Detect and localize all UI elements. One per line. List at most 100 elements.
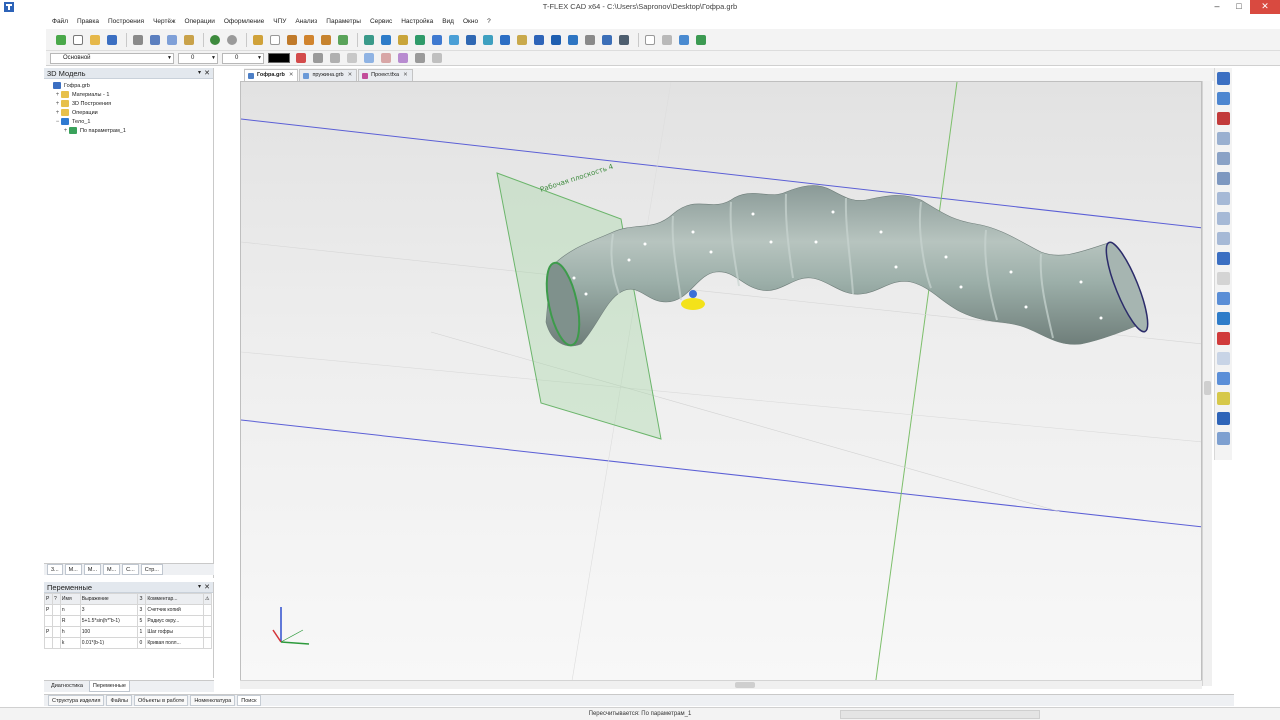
open-file-button[interactable]: [88, 33, 102, 47]
column-header[interactable]: З: [137, 593, 147, 605]
materials-button[interactable]: [1217, 392, 1230, 405]
dimension-tool-button[interactable]: [319, 33, 333, 47]
column-header[interactable]: Имя: [59, 593, 81, 605]
camera-button[interactable]: [413, 51, 427, 65]
tree-expander[interactable]: +: [54, 92, 61, 98]
tab-diagnostics[interactable]: Диагностика: [48, 681, 86, 692]
menu-parameters[interactable]: Параметры: [326, 18, 361, 25]
menu-cnc[interactable]: ЧПУ: [273, 18, 286, 25]
table-row[interactable]: Р n 3 3 Счетчик копий: [44, 604, 213, 616]
walk-button[interactable]: [1217, 252, 1230, 265]
document-button[interactable]: [660, 33, 674, 47]
shell-button[interactable]: [464, 33, 478, 47]
assembly-button[interactable]: [617, 33, 631, 47]
page-button[interactable]: [268, 33, 282, 47]
menu-file[interactable]: Файл: [52, 18, 68, 25]
close-icon[interactable]: ✕: [403, 72, 408, 78]
tree-expander[interactable]: +: [62, 128, 69, 134]
column-header[interactable]: Комментар...: [145, 593, 204, 605]
zoom-button[interactable]: [1217, 132, 1230, 145]
view-cube-button[interactable]: [1217, 432, 1230, 445]
symmetry-button[interactable]: [498, 33, 512, 47]
table-row[interactable]: k 0.01*(b-1) 0 Кривая полл...: [44, 637, 213, 649]
zoom-out-button[interactable]: [1217, 212, 1230, 225]
color-picker[interactable]: [268, 53, 290, 63]
tree-expander[interactable]: +: [54, 110, 61, 116]
grid-button[interactable]: [345, 51, 359, 65]
tab-materials[interactable]: М...: [64, 564, 82, 575]
column-header[interactable]: Выражение: [79, 593, 139, 605]
zoom-window-button[interactable]: [1217, 152, 1230, 165]
close-icon[interactable]: ✕: [289, 72, 294, 78]
close-icon[interactable]: ✕: [204, 68, 210, 79]
fit-all-button[interactable]: [1217, 172, 1230, 185]
snap-button[interactable]: [328, 51, 342, 65]
menu-annotation[interactable]: Оформление: [224, 18, 264, 25]
close-icon[interactable]: ✕: [204, 582, 210, 593]
array-button[interactable]: [481, 33, 495, 47]
tab-layers[interactable]: С...: [122, 564, 139, 575]
print-button[interactable]: [131, 33, 145, 47]
menu-drawing[interactable]: Чертёж: [153, 18, 175, 25]
hole-button[interactable]: [600, 33, 614, 47]
column-header[interactable]: Р: [44, 593, 53, 605]
fillet-button[interactable]: [447, 33, 461, 47]
lights-button[interactable]: [430, 51, 444, 65]
save-button[interactable]: [105, 33, 119, 47]
model-tree-button[interactable]: [694, 33, 708, 47]
light-button[interactable]: [1217, 272, 1230, 285]
selection-point[interactable]: [689, 290, 697, 298]
shading-button[interactable]: [1217, 372, 1230, 385]
doc-tab-spring[interactable]: пружина.grb ✕: [299, 69, 358, 81]
line-style-button[interactable]: [294, 51, 308, 65]
line-width-button[interactable]: [311, 51, 325, 65]
cell[interactable]: 100: [79, 626, 139, 638]
redo-button[interactable]: [225, 33, 239, 47]
tree-item[interactable]: + По параметрам_1: [46, 126, 211, 135]
axis-tool-button[interactable]: [336, 33, 350, 47]
perspective-button[interactable]: [1217, 412, 1230, 425]
tree-item[interactable]: − Тело_1: [46, 117, 211, 126]
close-button[interactable]: ✕: [1250, 0, 1280, 14]
maximize-button[interactable]: □: [1228, 0, 1250, 14]
doc-tab-gofra[interactable]: Гофра.grb ✕: [244, 69, 299, 81]
pin-icon[interactable]: ▾: [198, 582, 201, 593]
chamfer-button[interactable]: [566, 33, 580, 47]
measure-button[interactable]: [677, 33, 691, 47]
tree-item[interactable]: + Материалы - 1: [46, 90, 211, 99]
menu-analysis[interactable]: Анализ: [295, 18, 317, 25]
close-icon[interactable]: ✕: [348, 72, 353, 78]
tab-3d-model[interactable]: 3...: [47, 564, 63, 575]
menu-window[interactable]: Окно: [463, 18, 478, 25]
cell[interactable]: 0.01*(b-1): [79, 637, 139, 649]
node-tool-button[interactable]: [302, 33, 316, 47]
line-tool-button[interactable]: [285, 33, 299, 47]
tree-item[interactable]: + 3D Построения: [46, 99, 211, 108]
tree-item[interactable]: Гофра.grb: [46, 81, 211, 90]
tab-objects-in-work[interactable]: Объекты в работе: [133, 695, 189, 706]
table-row[interactable]: R 5+1.5*sin(h*"b-1) 5 Радиус окру...: [44, 615, 213, 627]
tab-files[interactable]: Файлы: [106, 695, 132, 706]
menu-view[interactable]: Вид: [442, 18, 454, 25]
tree-expander[interactable]: +: [54, 101, 61, 107]
orient-button[interactable]: [1217, 312, 1230, 325]
selection-marker[interactable]: [681, 298, 705, 310]
sweep-button[interactable]: [413, 33, 427, 47]
tab-structure[interactable]: Стр...: [140, 564, 163, 575]
tab-nomenclature[interactable]: Номенклатура: [190, 695, 236, 706]
shade-button[interactable]: [379, 51, 393, 65]
scroll-thumb[interactable]: [735, 682, 755, 688]
sketch-button[interactable]: [251, 33, 265, 47]
tree-expander[interactable]: −: [54, 119, 61, 125]
table-row[interactable]: Р h 100 1 Шаг гофры: [44, 626, 213, 638]
3d-scene[interactable]: Рабочая плоскость 4: [241, 82, 1202, 686]
tab-measure[interactable]: М...: [83, 564, 101, 575]
menu-help[interactable]: ?: [487, 18, 491, 25]
rotate-view-button[interactable]: [1217, 72, 1230, 85]
zoom-prev-button[interactable]: [1217, 232, 1230, 245]
cut-button[interactable]: [148, 33, 162, 47]
layer-combo[interactable]: Основной ▼: [50, 52, 174, 64]
priority-combo[interactable]: 0 ▼: [222, 52, 264, 64]
rotate-button[interactable]: [379, 33, 393, 47]
pan-button[interactable]: [1217, 92, 1230, 105]
